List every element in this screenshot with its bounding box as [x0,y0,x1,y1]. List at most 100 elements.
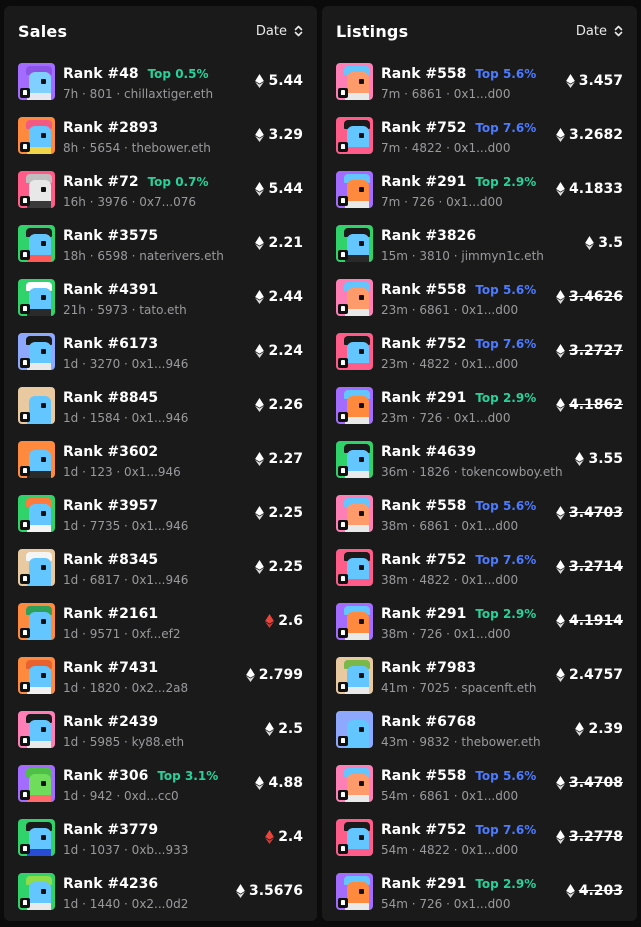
rank-label[interactable]: Rank #752 [381,822,466,838]
rank-label[interactable]: Rank #4236 [63,876,158,892]
rank-label[interactable]: Rank #7431 [63,660,158,676]
rank-label[interactable]: Rank #2893 [63,120,158,136]
sale-row[interactable]: Rank #3602 1d · 123 · 0x1...946 2.27 [4,438,317,492]
rank-label[interactable]: Rank #3957 [63,498,158,514]
listing-row[interactable]: Rank #291 Top 2.9% 54m · 726 · 0x1...d00… [322,870,637,921]
nft-avatar[interactable] [18,279,55,316]
nft-avatar[interactable] [18,657,55,694]
listings-sort-button[interactable]: Date [576,24,623,39]
nft-avatar[interactable] [336,387,373,424]
sale-row[interactable]: Rank #4236 1d · 1440 · 0x2...0d2 3.5676 [4,870,317,921]
nft-avatar[interactable] [336,171,373,208]
nft-avatar[interactable] [336,333,373,370]
nft-avatar[interactable] [336,657,373,694]
listing-row[interactable]: Rank #291 Top 2.9% 38m · 726 · 0x1...d00… [322,600,637,654]
rank-label[interactable]: Rank #558 [381,282,466,298]
nft-avatar[interactable] [18,387,55,424]
nft-avatar[interactable] [18,711,55,748]
rank-label[interactable]: Rank #291 [381,390,466,406]
rank-label[interactable]: Rank #558 [381,768,466,784]
nft-avatar[interactable] [336,765,373,802]
nft-avatar[interactable] [336,873,373,910]
nft-avatar[interactable] [336,441,373,478]
rank-label[interactable]: Rank #8345 [63,552,158,568]
nft-avatar[interactable] [18,873,55,910]
listing-row[interactable]: Rank #752 Top 7.6% 23m · 4822 · 0x1...d0… [322,330,637,384]
nft-avatar[interactable] [336,225,373,262]
nft-avatar[interactable] [18,171,55,208]
listing-row[interactable]: Rank #558 Top 5.6% 7m · 6861 · 0x1...d00… [322,60,637,114]
listing-row[interactable]: Rank #558 Top 5.6% 38m · 6861 · 0x1...d0… [322,492,637,546]
rank-label[interactable]: Rank #2161 [63,606,158,622]
nft-avatar[interactable] [18,495,55,532]
sale-row[interactable]: Rank #72 Top 0.7% 16h · 3976 · 0x7...076… [4,168,317,222]
listing-row[interactable]: Rank #291 Top 2.9% 23m · 726 · 0x1...d00… [322,384,637,438]
listing-row[interactable]: Rank #752 Top 7.6% 7m · 4822 · 0x1...d00… [322,114,637,168]
nft-avatar[interactable] [18,441,55,478]
nft-avatar[interactable] [336,603,373,640]
rank-label[interactable]: Rank #291 [381,876,466,892]
rank-label[interactable]: Rank #3602 [63,444,158,460]
nft-avatar[interactable] [336,711,373,748]
nft-avatar[interactable] [336,549,373,586]
nft-avatar[interactable] [18,819,55,856]
sale-row[interactable]: Rank #306 Top 3.1% 1d · 942 · 0xd...cc0 … [4,762,317,816]
sale-row[interactable]: Rank #8845 1d · 1584 · 0x1...946 2.26 [4,384,317,438]
nft-avatar[interactable] [336,63,373,100]
nft-avatar[interactable] [336,117,373,154]
rank-label[interactable]: Rank #2439 [63,714,158,730]
nft-avatar[interactable] [18,225,55,262]
price: 2.799 [245,667,303,683]
nft-avatar[interactable] [18,117,55,154]
listing-row[interactable]: Rank #291 Top 2.9% 7m · 726 · 0x1...d00 … [322,168,637,222]
nft-avatar[interactable] [336,819,373,856]
rank-label[interactable]: Rank #48 [63,66,139,82]
rank-label[interactable]: Rank #558 [381,66,466,82]
sale-row[interactable]: Rank #7431 1d · 1820 · 0x2...2a8 2.799 [4,654,317,708]
rank-label[interactable]: Rank #4391 [63,282,158,298]
rank-label[interactable]: Rank #558 [381,498,466,514]
sale-row[interactable]: Rank #2161 1d · 9571 · 0xf...ef2 2.6 [4,600,317,654]
sale-row[interactable]: Rank #3779 1d · 1037 · 0xb...933 2.4 [4,816,317,870]
rank-label[interactable]: Rank #752 [381,552,466,568]
listing-row[interactable]: Rank #7983 41m · 7025 · spacenft.eth 2.4… [322,654,637,708]
sale-row[interactable]: Rank #48 Top 0.5% 7h · 801 · chillaxtige… [4,60,317,114]
listing-row[interactable]: Rank #558 Top 5.6% 23m · 6861 · 0x1...d0… [322,276,637,330]
listing-row[interactable]: Rank #752 Top 7.6% 38m · 4822 · 0x1...d0… [322,546,637,600]
listing-row[interactable]: Rank #752 Top 7.6% 54m · 4822 · 0x1...d0… [322,816,637,870]
nft-avatar[interactable] [336,495,373,532]
listing-row[interactable]: Rank #4639 36m · 1826 · tokencowboy.eth … [322,438,637,492]
rank-label[interactable]: Rank #3779 [63,822,158,838]
rank-label[interactable]: Rank #6173 [63,336,158,352]
rank-label[interactable]: Rank #7983 [381,660,476,676]
sale-row[interactable]: Rank #3575 18h · 6598 · naterivers.eth 2… [4,222,317,276]
rank-label[interactable]: Rank #752 [381,120,466,136]
rank-label[interactable]: Rank #291 [381,606,466,622]
nft-avatar[interactable] [18,63,55,100]
rank-label[interactable]: Rank #6768 [381,714,476,730]
sale-row[interactable]: Rank #2893 8h · 5654 · thebower.eth 3.29 [4,114,317,168]
listing-row[interactable]: Rank #6768 43m · 9832 · thebower.eth 2.3… [322,708,637,762]
listing-row[interactable]: Rank #558 Top 5.6% 54m · 6861 · 0x1...d0… [322,762,637,816]
sales-sort-button[interactable]: Date [256,24,303,39]
nft-avatar[interactable] [18,603,55,640]
row-meta: 1d · 6817 · 0x1...946 [63,573,189,587]
nft-avatar[interactable] [18,333,55,370]
sale-row[interactable]: Rank #6173 1d · 3270 · 0x1...946 2.24 [4,330,317,384]
rank-label[interactable]: Rank #306 [63,768,148,784]
sale-row[interactable]: Rank #8345 1d · 6817 · 0x1...946 2.25 [4,546,317,600]
rank-label[interactable]: Rank #752 [381,336,466,352]
listing-row[interactable]: Rank #3826 15m · 3810 · jimmyn1c.eth 3.5 [322,222,637,276]
sale-row[interactable]: Rank #3957 1d · 7735 · 0x1...946 2.25 [4,492,317,546]
rank-label[interactable]: Rank #4639 [381,444,476,460]
rank-label[interactable]: Rank #291 [381,174,466,190]
rank-label[interactable]: Rank #3575 [63,228,158,244]
rank-label[interactable]: Rank #8845 [63,390,158,406]
sale-row[interactable]: Rank #2439 1d · 5985 · ky88.eth 2.5 [4,708,317,762]
rank-label[interactable]: Rank #3826 [381,228,476,244]
nft-avatar[interactable] [336,279,373,316]
nft-avatar[interactable] [18,765,55,802]
rank-label[interactable]: Rank #72 [63,174,139,190]
sale-row[interactable]: Rank #4391 21h · 5973 · tato.eth 2.44 [4,276,317,330]
nft-avatar[interactable] [18,549,55,586]
